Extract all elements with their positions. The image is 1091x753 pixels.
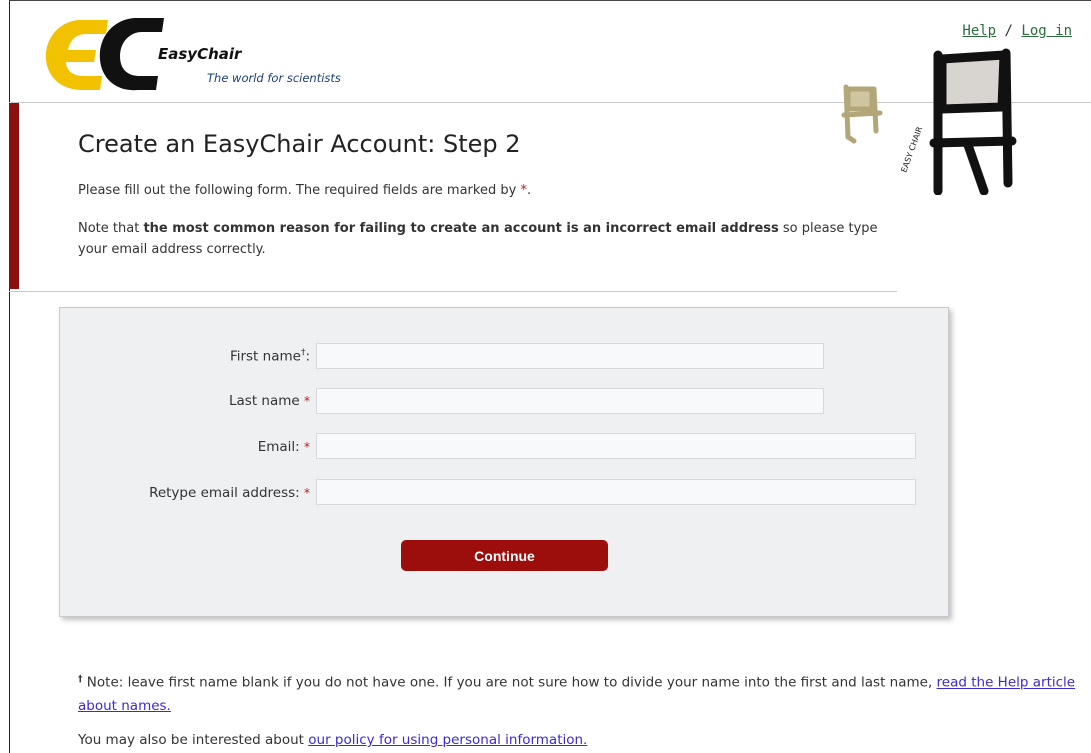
- section-divider: [9, 291, 897, 292]
- policy-prefix: You may also be interested about: [78, 732, 309, 748]
- retype-email-required: *: [304, 486, 310, 500]
- name-footnote: † Note: leave first name blank if you do…: [78, 668, 1088, 718]
- email-label-text: Email:: [257, 439, 300, 455]
- chair-illustration: EASY CHAIR: [834, 45, 1024, 196]
- retype-email-label-text: Retype email address:: [149, 485, 300, 501]
- retype-email-input[interactable]: [316, 479, 916, 505]
- note-emphasis: the most common reason for failing to cr…: [143, 221, 779, 236]
- first-name-label-text: First name: [229, 348, 301, 365]
- email-input[interactable]: [316, 433, 916, 459]
- intro-sentence: Please fill out the following form. The …: [78, 183, 517, 198]
- retype-email-label: Retype email address: *: [60, 485, 310, 501]
- email-required: *: [304, 440, 310, 454]
- chair-icon: EASY CHAIR: [841, 48, 1017, 196]
- first-name-input[interactable]: [316, 343, 824, 369]
- continue-button[interactable]: Continue: [401, 540, 608, 571]
- first-name-label: First name†:: [60, 348, 310, 365]
- top-links: Help / Log in: [962, 23, 1072, 39]
- login-link[interactable]: Log in: [1021, 23, 1072, 39]
- intro-text: Please fill out the following form. The …: [78, 183, 531, 198]
- email-label: Email: *: [60, 439, 310, 455]
- logo-name: EasyChair: [158, 45, 242, 63]
- last-name-label: Last name *: [60, 393, 310, 409]
- footnote-text: Note: leave first name blank if you do n…: [82, 674, 937, 691]
- note-prefix: Note that: [78, 221, 144, 236]
- email-note: Note that the most common reason for fai…: [78, 218, 878, 260]
- window-top-border: [9, 0, 1091, 1]
- last-name-input[interactable]: [316, 388, 824, 414]
- link-separator: /: [1004, 23, 1013, 39]
- policy-footnote: You may also be interested about our pol…: [78, 732, 587, 748]
- last-name-required: *: [304, 394, 310, 408]
- logo-tagline: The world for scientists: [207, 71, 341, 85]
- section-accent-bar: [9, 103, 19, 289]
- chair-art-label: EASY CHAIR: [899, 125, 924, 174]
- last-name-label-text: Last name: [229, 393, 300, 409]
- page-title: Create an EasyChair Account: Step 2: [78, 130, 521, 158]
- privacy-policy-link[interactable]: our policy for using personal informatio…: [308, 732, 587, 748]
- help-link[interactable]: Help: [962, 23, 996, 39]
- first-name-colon: :: [305, 348, 310, 365]
- intro-period: .: [526, 183, 532, 198]
- account-form: First name†: Last name * Email: * Retype…: [59, 307, 949, 617]
